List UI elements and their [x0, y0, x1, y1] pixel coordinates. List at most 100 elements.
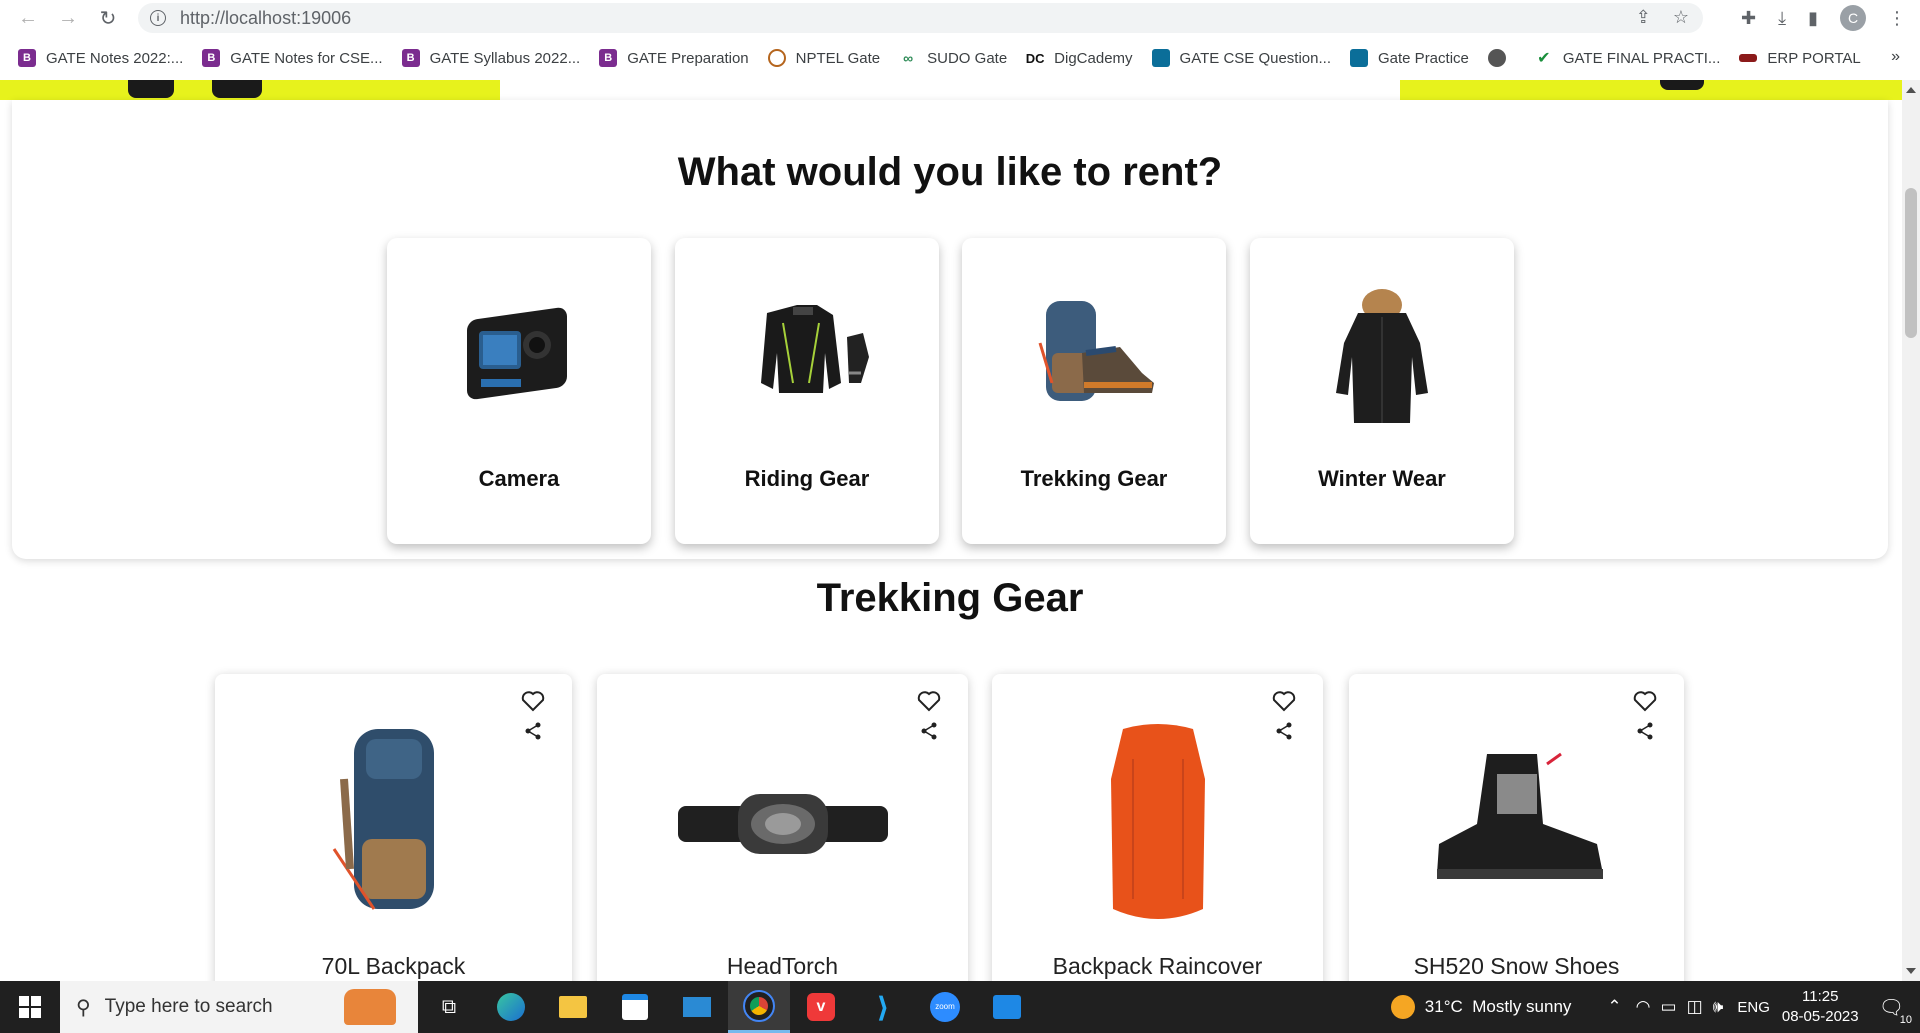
- chevron-up-icon[interactable]: ⌃: [1607, 997, 1621, 1017]
- battery-icon[interactable]: ▭: [1661, 997, 1677, 1017]
- vscode-icon[interactable]: ⟩: [852, 981, 914, 1033]
- bookmark-label: GATE FINAL PRACTI...: [1562, 49, 1721, 67]
- reload-button[interactable]: ↻: [88, 0, 128, 36]
- purple-b-icon: B: [599, 49, 618, 67]
- category-card-riding-gear[interactable]: Riding Gear: [675, 238, 939, 544]
- notifications-icon[interactable]: 🗨 10: [1879, 995, 1912, 1026]
- bookmark-label: GATE Notes for CSE...: [230, 49, 383, 67]
- category-label: Camera: [478, 466, 560, 491]
- mail-icon[interactable]: [666, 981, 728, 1033]
- bookmark-item[interactable]: ✔ GATE FINAL PRACTI...: [1535, 49, 1721, 68]
- address-bar[interactable]: i http://localhost:19006 ⇪ ☆: [138, 3, 1703, 33]
- bookmark-item[interactable]: NPTEL Gate: [767, 49, 880, 67]
- purple-b-icon: B: [401, 49, 420, 67]
- product-name: SH520 Snow Shoes: [1413, 953, 1620, 979]
- scroll-down-arrow-icon[interactable]: [1906, 968, 1916, 974]
- windows-taskbar: ⚲ Type here to search ⧉ v ⟩ zoom 31°C Mo…: [0, 981, 1920, 1033]
- nptel-icon: [767, 49, 786, 67]
- search-highlight-icon: [344, 989, 396, 1025]
- back-button[interactable]: ←: [8, 0, 48, 36]
- store-icon[interactable]: [604, 981, 666, 1033]
- media-player-icon[interactable]: [976, 981, 1038, 1033]
- bookmark-item[interactable]: B GATE Notes 2022:...: [18, 49, 183, 67]
- task-view-icon[interactable]: ⧉: [418, 981, 480, 1033]
- scroll-thumb[interactable]: [1905, 188, 1917, 338]
- snow-shoes-image: [1349, 714, 1684, 934]
- weather-text[interactable]: 31°C Mostly sunny: [1425, 997, 1572, 1017]
- scroll-up-arrow-icon[interactable]: [1906, 87, 1916, 93]
- dc-icon: DC: [1025, 50, 1045, 66]
- language-indicator[interactable]: ENG: [1737, 999, 1770, 1016]
- edge-browser-icon[interactable]: [480, 981, 542, 1033]
- page-viewport: What would you like to rent? Camera Ridi…: [0, 80, 1902, 981]
- start-button[interactable]: [0, 981, 60, 1033]
- bookmark-label: DigCademy: [1054, 49, 1133, 67]
- side-panel-icon[interactable]: ▮: [1808, 8, 1818, 29]
- bookmark-label: GATE Syllabus 2022...: [429, 49, 581, 67]
- download-icon[interactable]: ⤓: [1778, 8, 1786, 29]
- taskbar-search[interactable]: ⚲ Type here to search: [60, 981, 418, 1033]
- product-name: HeadTorch: [726, 953, 839, 979]
- bookmark-item[interactable]: B GATE Notes for CSE...: [202, 49, 383, 67]
- heart-icon[interactable]: [1271, 690, 1297, 717]
- bookmark-label: GATE Notes 2022:...: [46, 49, 184, 67]
- purple-b-icon: B: [18, 49, 36, 67]
- section-title: Trekking Gear: [816, 576, 1084, 620]
- bookmarks-overflow-button[interactable]: »: [1891, 48, 1900, 66]
- heart-icon[interactable]: [520, 690, 546, 717]
- riding-jacket-image: [727, 278, 887, 438]
- category-card-camera[interactable]: Camera: [387, 238, 651, 544]
- bookmark-item[interactable]: Gate Practice: [1350, 49, 1469, 67]
- bookmark-item[interactable]: GATE CSE Question...: [1151, 49, 1331, 67]
- bookmark-item[interactable]: [1487, 49, 1516, 67]
- book-icon: [1350, 49, 1368, 67]
- browser-toolbar: ← → ↻ i http://localhost:19006 ⇪ ☆ ✚ ⤓ ▮…: [0, 0, 1920, 36]
- vivaldi-icon[interactable]: v: [790, 981, 852, 1033]
- hero-image-fragment: [212, 80, 262, 98]
- hero-banner-right: [1400, 80, 1902, 100]
- page-scrollbar[interactable]: [1902, 80, 1920, 981]
- menu-kebab-icon[interactable]: ⋮: [1888, 8, 1906, 29]
- clock[interactable]: 11:25 08-05-2023: [1782, 987, 1859, 1027]
- product-card[interactable]: HeadTorch: [597, 674, 968, 981]
- site-info-icon[interactable]: i: [150, 10, 166, 26]
- category-card-winter-wear[interactable]: Winter Wear: [1250, 238, 1514, 544]
- trekking-gear-image: [1014, 278, 1174, 438]
- url-text[interactable]: http://localhost:19006: [180, 8, 351, 29]
- bookmark-item[interactable]: ERP PORTAL: [1739, 49, 1861, 67]
- bookmark-item[interactable]: DC DigCademy: [1025, 49, 1133, 67]
- camera-image: [439, 278, 599, 438]
- profile-avatar[interactable]: C: [1840, 5, 1866, 31]
- bookmark-label: GATE CSE Question...: [1179, 49, 1331, 67]
- bookmark-item[interactable]: B GATE Preparation: [599, 49, 749, 67]
- heart-icon[interactable]: [1632, 690, 1658, 717]
- volume-icon[interactable]: 🕪: [1713, 997, 1724, 1017]
- bookmark-item[interactable]: B GATE Syllabus 2022...: [401, 49, 581, 67]
- meet-icon[interactable]: ◫: [1687, 997, 1703, 1017]
- bookmark-label: ERP PORTAL: [1767, 49, 1861, 67]
- bookmark-star-icon[interactable]: ☆: [1673, 7, 1689, 28]
- rent-category-panel: What would you like to rent? Camera Ridi…: [12, 100, 1888, 559]
- product-card[interactable]: SH520 Snow Shoes: [1349, 674, 1684, 981]
- share-icon[interactable]: ⇪: [1636, 7, 1651, 28]
- clock-time: 11:25: [1802, 988, 1839, 1005]
- product-card[interactable]: Backpack Raincover: [992, 674, 1323, 981]
- chrome-icon[interactable]: [728, 981, 790, 1033]
- network-icon[interactable]: ◠: [1636, 997, 1651, 1017]
- bookmark-item[interactable]: ∞ SUDO Gate: [899, 49, 1007, 67]
- forward-button[interactable]: →: [48, 0, 88, 36]
- weather-icon[interactable]: [1390, 995, 1415, 1019]
- winter-parka-image: [1302, 278, 1462, 438]
- file-explorer-icon[interactable]: [542, 981, 604, 1033]
- bookmark-label: SUDO Gate: [927, 49, 1008, 67]
- book-icon: [1151, 49, 1170, 67]
- category-card-trekking-gear[interactable]: Trekking Gear: [962, 238, 1226, 544]
- bookmark-label: GATE Preparation: [627, 49, 749, 67]
- zoom-icon[interactable]: zoom: [914, 981, 976, 1033]
- rent-title: What would you like to rent?: [677, 150, 1223, 194]
- heart-icon[interactable]: [916, 690, 942, 717]
- raincover-image: [992, 714, 1323, 934]
- extensions-icon[interactable]: ✚: [1741, 8, 1756, 29]
- product-card[interactable]: 70L Backpack: [215, 674, 572, 981]
- notifications-count: 10: [1899, 1013, 1912, 1026]
